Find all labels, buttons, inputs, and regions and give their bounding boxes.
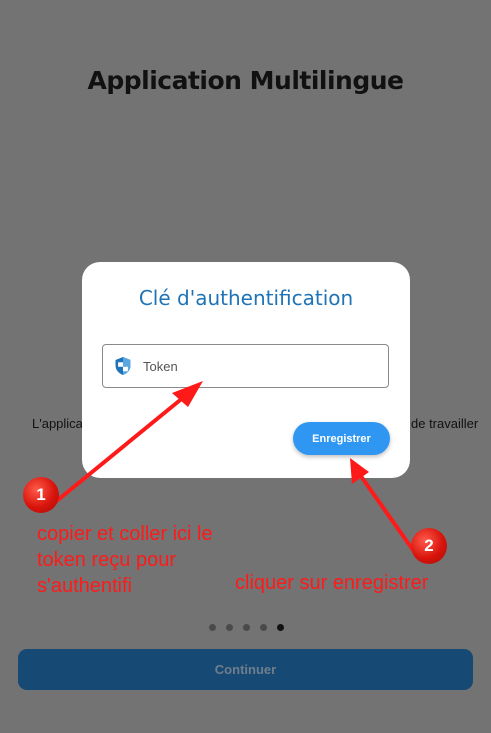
annotation-arrows xyxy=(46,381,415,552)
step-note-2: cliquer sur enregistrer xyxy=(235,572,429,594)
step-badge-1: 1 xyxy=(23,477,59,513)
step-note-1: copier et coller ici le token reçu pour … xyxy=(37,523,213,597)
arrow-1 xyxy=(46,381,203,510)
step-badge-2: 2 xyxy=(411,528,447,564)
arrow-2 xyxy=(350,458,415,552)
